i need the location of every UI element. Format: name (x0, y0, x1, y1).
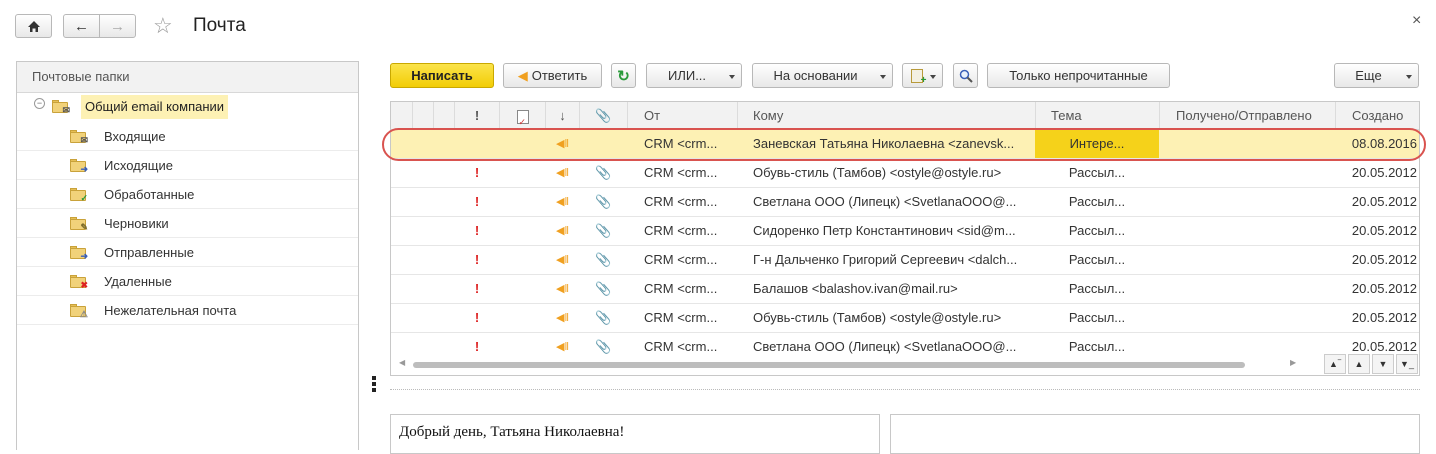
splitter-handle[interactable] (372, 376, 376, 392)
cell-to: Светлана ООО (Липецк) <SvetlanaOOO@... (753, 339, 1017, 354)
table-row[interactable]: ! ◀‖ 📎 CRM <crm... Обувь-стиль (Тамбов) <ost… (391, 304, 1419, 333)
cell-subject: Рассыл... (1035, 304, 1159, 332)
attachment-icon: 📎 (595, 194, 612, 209)
attachment-icon: 📎 (595, 252, 612, 267)
go-next-button[interactable]: ▼ (1372, 354, 1394, 374)
cell-subject: Рассыл... (1035, 246, 1159, 274)
cell-subject: Рассыл... (1035, 188, 1159, 216)
attachment-icon: 📎 (595, 339, 612, 354)
outgoing-arrow-icon: ◀‖ (555, 254, 569, 266)
outgoing-arrow-icon: ◀‖ (555, 196, 569, 208)
cell-from: CRM <crm... (644, 252, 718, 267)
cell-from: CRM <crm... (644, 281, 718, 296)
cell-subject-text: Рассыл... (1068, 281, 1126, 296)
panel-divider (390, 389, 1420, 390)
cell-subject: Рассыл... (1035, 159, 1159, 187)
outgoing-arrow-icon: ◀‖ (555, 225, 569, 237)
table-row[interactable]: ! ◀‖ 📎 CRM <crm... Обувь-стиль (Тамбов) <ost… (391, 159, 1419, 188)
importance-icon: ! (474, 223, 480, 238)
cell-received (1160, 217, 1334, 245)
cell-to: Светлана ООО (Липецк) <SvetlanaOOO@... (753, 194, 1017, 209)
cell-received (1160, 246, 1334, 274)
cell-created: 20.05.2012 (1351, 165, 1417, 180)
cell-subject-text: Рассыл... (1068, 165, 1126, 180)
cell-received (1160, 333, 1334, 357)
cell-to: Г-н Дальченко Григорий Сергеевич <dalch.… (753, 252, 1018, 267)
cell-to: Сидоренко Петр Константинович <sid@m... (753, 223, 1016, 238)
outgoing-arrow-icon: ◀‖ (555, 341, 569, 353)
cell-received (1160, 304, 1334, 332)
cell-from: CRM <crm... (644, 310, 718, 325)
scrollbar-thumb[interactable] (413, 362, 1245, 368)
table-row[interactable]: ! ◀‖ 📎 CRM <crm... Светлана ООО (Липецк) <Sv… (391, 188, 1419, 217)
cell-created: 20.05.2012 (1351, 223, 1417, 238)
importance-icon: ! (474, 339, 480, 354)
cell-subject: Рассыл... (1035, 217, 1159, 245)
attachment-icon: 📎 (595, 310, 612, 325)
importance-icon: ! (474, 252, 480, 267)
table-row[interactable]: ! ◀‖ 📎 CRM <crm... Светлана ООО (Липецк) <Sv… (391, 333, 1419, 357)
cell-created: 20.05.2012 (1351, 252, 1417, 267)
cell-from: CRM <crm... (644, 339, 718, 354)
table-row[interactable]: ! ◀‖ 📎 CRM <crm... Сидоренко Петр Константин… (391, 217, 1419, 246)
outgoing-arrow-icon: ◀‖ (555, 283, 569, 295)
cell-from: CRM <crm... (644, 223, 718, 238)
cell-subject-text: Рассыл... (1068, 310, 1126, 325)
go-previous-button[interactable]: ▲ (1348, 354, 1370, 374)
cell-subject-text: Рассыл... (1068, 252, 1126, 267)
cell-received (1160, 188, 1334, 216)
cell-to: Балашов <balashov.ivan@mail.ru> (753, 281, 958, 296)
attachment-icon: 📎 (595, 165, 612, 180)
outgoing-arrow-icon: ◀‖ (555, 312, 569, 324)
cell-received (1160, 275, 1334, 303)
importance-icon: ! (474, 310, 480, 325)
go-last-button[interactable]: ▼_ (1396, 354, 1418, 374)
selection-highlight-ring (382, 128, 1426, 161)
cell-subject-text: Рассыл... (1068, 339, 1126, 354)
cell-subject: Рассыл... (1035, 333, 1159, 357)
cell-from: CRM <crm... (644, 165, 718, 180)
preview-text: Добрый день, Татьяна Николаевна! (399, 424, 625, 440)
cell-to: Обувь-стиль (Тамбов) <ostyle@ostyle.ru> (753, 165, 1002, 180)
cell-subject-text: Рассыл... (1068, 194, 1126, 209)
outgoing-arrow-icon: ◀‖ (555, 167, 569, 179)
scroll-left-icon[interactable]: ◀ (399, 358, 405, 367)
table-row[interactable]: ! ◀‖ 📎 CRM <crm... Г-н Дальченко Григорий Се… (391, 246, 1419, 275)
go-first-button[interactable]: ▲‾ (1324, 354, 1346, 374)
cell-to: Обувь-стиль (Тамбов) <ostyle@ostyle.ru> (753, 310, 1002, 325)
cell-received (1160, 159, 1334, 187)
attachment-icon: 📎 (595, 223, 612, 238)
attachments-panel (890, 414, 1420, 454)
importance-icon: ! (474, 194, 480, 209)
cell-created: 20.05.2012 (1351, 281, 1417, 296)
cell-from: CRM <crm... (644, 194, 718, 209)
cell-created: 20.05.2012 (1351, 194, 1417, 209)
cell-subject-text: Рассыл... (1068, 223, 1126, 238)
horizontal-scrollbar[interactable]: ◀ ▶ (391, 356, 1321, 374)
importance-icon: ! (474, 281, 480, 296)
cell-subject: Рассыл... (1035, 275, 1159, 303)
scroll-right-icon[interactable]: ▶ (1290, 358, 1296, 367)
table-row[interactable]: ! ◀‖ 📎 CRM <crm... Балашов <balashov.ivan@ma… (391, 275, 1419, 304)
cell-created: 20.05.2012 (1351, 310, 1417, 325)
attachment-icon: 📎 (595, 281, 612, 296)
importance-icon: ! (474, 165, 480, 180)
